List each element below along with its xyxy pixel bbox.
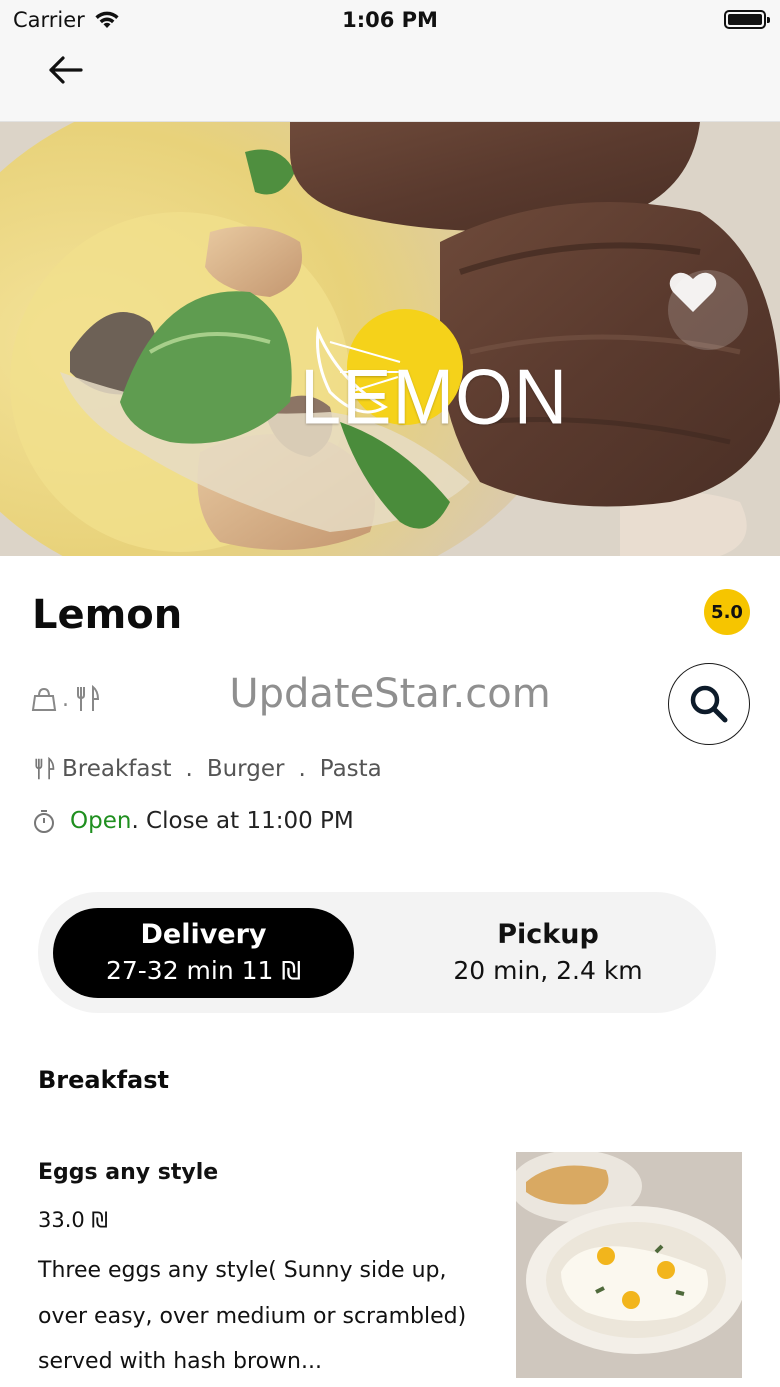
- top-bar: Carrier 1:06 PM: [0, 0, 780, 122]
- cuisine-burger: Burger: [206, 756, 285, 782]
- timer-icon: [34, 810, 54, 833]
- watermark-text: UpdateStar.com: [229, 671, 551, 717]
- fork-knife-icon: [35, 756, 55, 780]
- open-status: Open: [70, 808, 132, 834]
- order-mode-toggle: Delivery 27-32 min 11 ₪ Pickup 20 min, 2…: [38, 892, 716, 1013]
- hero-food-photo: [0, 122, 780, 556]
- menu-item-price: 33.0 ₪: [38, 1208, 108, 1232]
- delivery-detail: 27-32 min 11 ₪: [105, 956, 302, 985]
- delivery-option[interactable]: Delivery 27-32 min 11 ₪: [53, 908, 354, 998]
- heart-icon: [669, 272, 717, 312]
- pickup-detail: 20 min, 2.4 km: [453, 956, 643, 985]
- delivery-label: Delivery: [140, 919, 267, 950]
- pickup-option[interactable]: Pickup 20 min, 2.4 km: [398, 908, 698, 998]
- search-icon: [690, 685, 728, 723]
- menu-item[interactable]: Eggs any style 33.0 ₪ Three eggs any sty…: [0, 1140, 780, 1387]
- arrow-left-icon: [49, 56, 83, 84]
- menu-section-title: Breakfast: [38, 1066, 169, 1094]
- cuisine-separator: .: [298, 756, 306, 782]
- meta-separator: .: [62, 686, 69, 712]
- cuisine-pasta: Pasta: [319, 756, 382, 782]
- cuisine-breakfast: Breakfast: [62, 756, 172, 782]
- status-time: 1:06 PM: [342, 8, 438, 32]
- menu-item-description: Three eggs any style( Sunny side up, ove…: [38, 1258, 467, 1374]
- pickup-label: Pickup: [497, 919, 599, 950]
- restaurant-name: Lemon: [32, 592, 183, 638]
- service-type-icons: .: [30, 685, 101, 713]
- cuisine-separator: .: [185, 756, 193, 782]
- cuisine-list: Breakfast . Burger . Pasta: [32, 756, 382, 782]
- menu-item-image: [516, 1152, 742, 1378]
- eggs-photo: [516, 1152, 742, 1378]
- search-button[interactable]: [668, 663, 750, 745]
- restaurant-logo-text: LEMON: [300, 352, 569, 441]
- fork-knife-icon: [77, 685, 100, 711]
- favorite-button[interactable]: [668, 270, 748, 350]
- menu-item-name: Eggs any style: [38, 1160, 219, 1185]
- rating-badge: 5.0: [704, 589, 750, 635]
- restaurant-hero-image: LEMON: [0, 122, 780, 556]
- closing-time: . Close at 11:00 PM: [131, 808, 354, 834]
- back-button[interactable]: [40, 48, 90, 92]
- opening-hours: Open . Close at 11:00 PM: [32, 808, 354, 834]
- bag-icon: [31, 687, 57, 711]
- battery-icon: [724, 10, 770, 29]
